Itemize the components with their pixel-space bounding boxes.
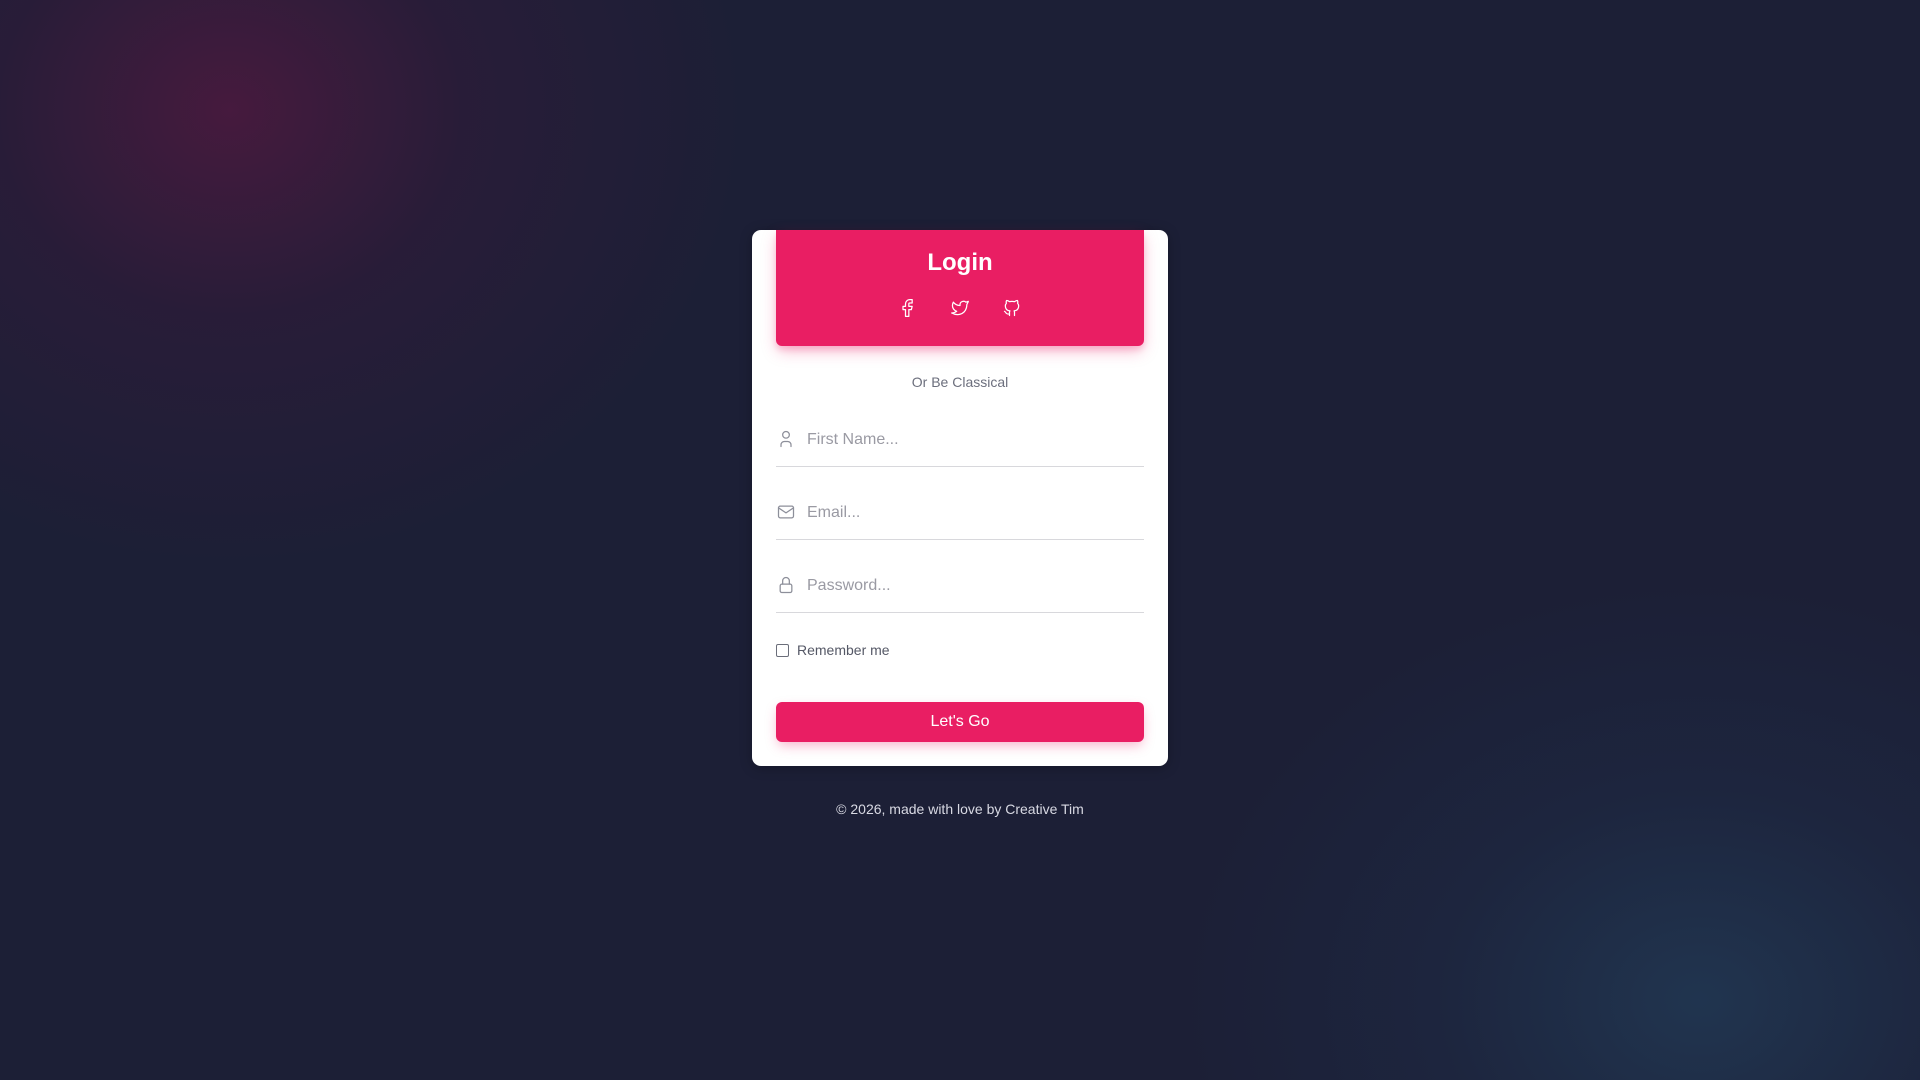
facebook-icon [898,298,918,323]
email-input[interactable] [807,499,1137,527]
twitter-login-button[interactable] [948,298,972,322]
login-card: Login Or Be Classical First Name... Emai… [752,230,1168,766]
classical-login-subtitle: Or Be Classical [911,374,1009,390]
social-login-row [776,298,1144,322]
footer-copyright-text: © 2026, made with love by [836,801,1006,817]
page-footer: © 2026, made with love by Creative Tim [0,800,1920,818]
password-field [776,562,1144,613]
first-name-field [776,416,1144,467]
github-login-button[interactable] [1000,298,1024,322]
login-card-header: Login [776,230,1144,346]
mail-icon [776,502,796,522]
remember-me-checkbox[interactable] [776,643,789,657]
creative-tim-link[interactable]: Creative Tim [1005,801,1084,817]
email-field [776,489,1144,540]
user-icon [776,429,796,449]
password-input[interactable] [807,572,1137,600]
first-name-input[interactable] [807,426,1137,454]
facebook-login-button[interactable] [896,298,920,322]
twitter-icon [950,298,970,323]
remember-me-label[interactable]: Remember me [797,642,890,658]
remember-me-row: Remember me [776,641,890,659]
lock-icon [776,575,796,595]
login-title: Login [927,249,993,276]
github-icon [1002,298,1022,323]
submit-button[interactable]: Let's Go [776,702,1144,742]
